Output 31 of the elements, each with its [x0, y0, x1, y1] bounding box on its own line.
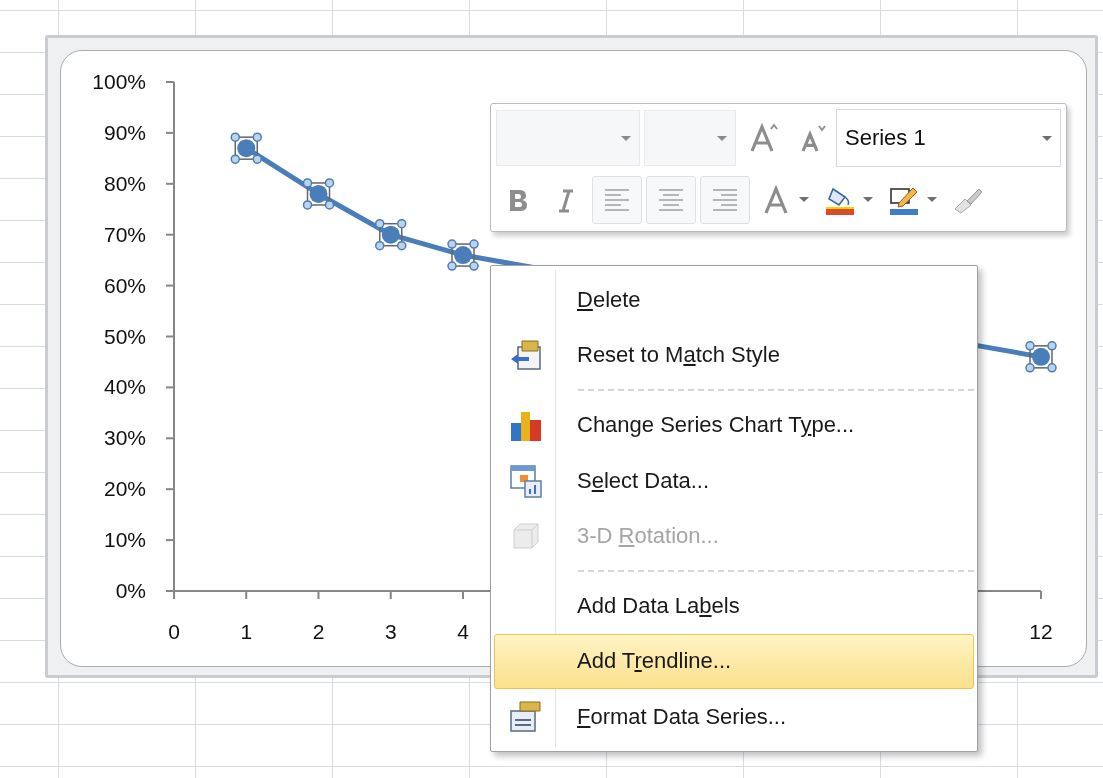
menu-item[interactable]: Add Data Labels [494, 578, 974, 634]
y-axis-label: 60% [103, 273, 146, 297]
y-axis-label: 100% [92, 70, 146, 93]
data-point[interactable] [230, 132, 262, 164]
data-point[interactable] [302, 178, 335, 210]
data-point[interactable] [447, 239, 479, 271]
y-axis-label: 10% [103, 528, 146, 552]
y-axis-label: 90% [103, 120, 146, 144]
x-axis-label: 12 [1029, 620, 1053, 643]
menu-item[interactable]: Add Trendline... [494, 633, 974, 690]
data-table-icon [508, 462, 544, 499]
menu-item[interactable]: Select Data... [494, 452, 974, 509]
x-axis-label: 2 [312, 620, 325, 643]
y-axis-label: 20% [103, 477, 146, 501]
data-point[interactable] [1025, 341, 1057, 373]
y-axis-label: 80% [103, 171, 146, 195]
x-axis-label: 3 [384, 620, 397, 643]
menu-item[interactable]: Reset to Match Style [494, 327, 974, 384]
y-axis-label: 70% [103, 222, 146, 246]
data-point[interactable] [375, 218, 407, 251]
x-axis-label: 1 [240, 620, 253, 643]
y-axis-label: 0% [115, 579, 146, 602]
x-axis-label: 4 [457, 620, 469, 643]
x-axis-label: 0 [168, 620, 180, 643]
y-axis-label: 40% [103, 375, 146, 399]
series-dropdown[interactable]: Series 1 [836, 109, 1061, 167]
menu-item[interactable]: Delete [494, 272, 974, 328]
menu-item[interactable]: Format Data Series... [494, 689, 974, 745]
y-axis-label: 50% [103, 324, 146, 348]
y-axis-label: 30% [103, 426, 146, 450]
menu-item[interactable]: Change Series Chart Type... [494, 397, 974, 453]
